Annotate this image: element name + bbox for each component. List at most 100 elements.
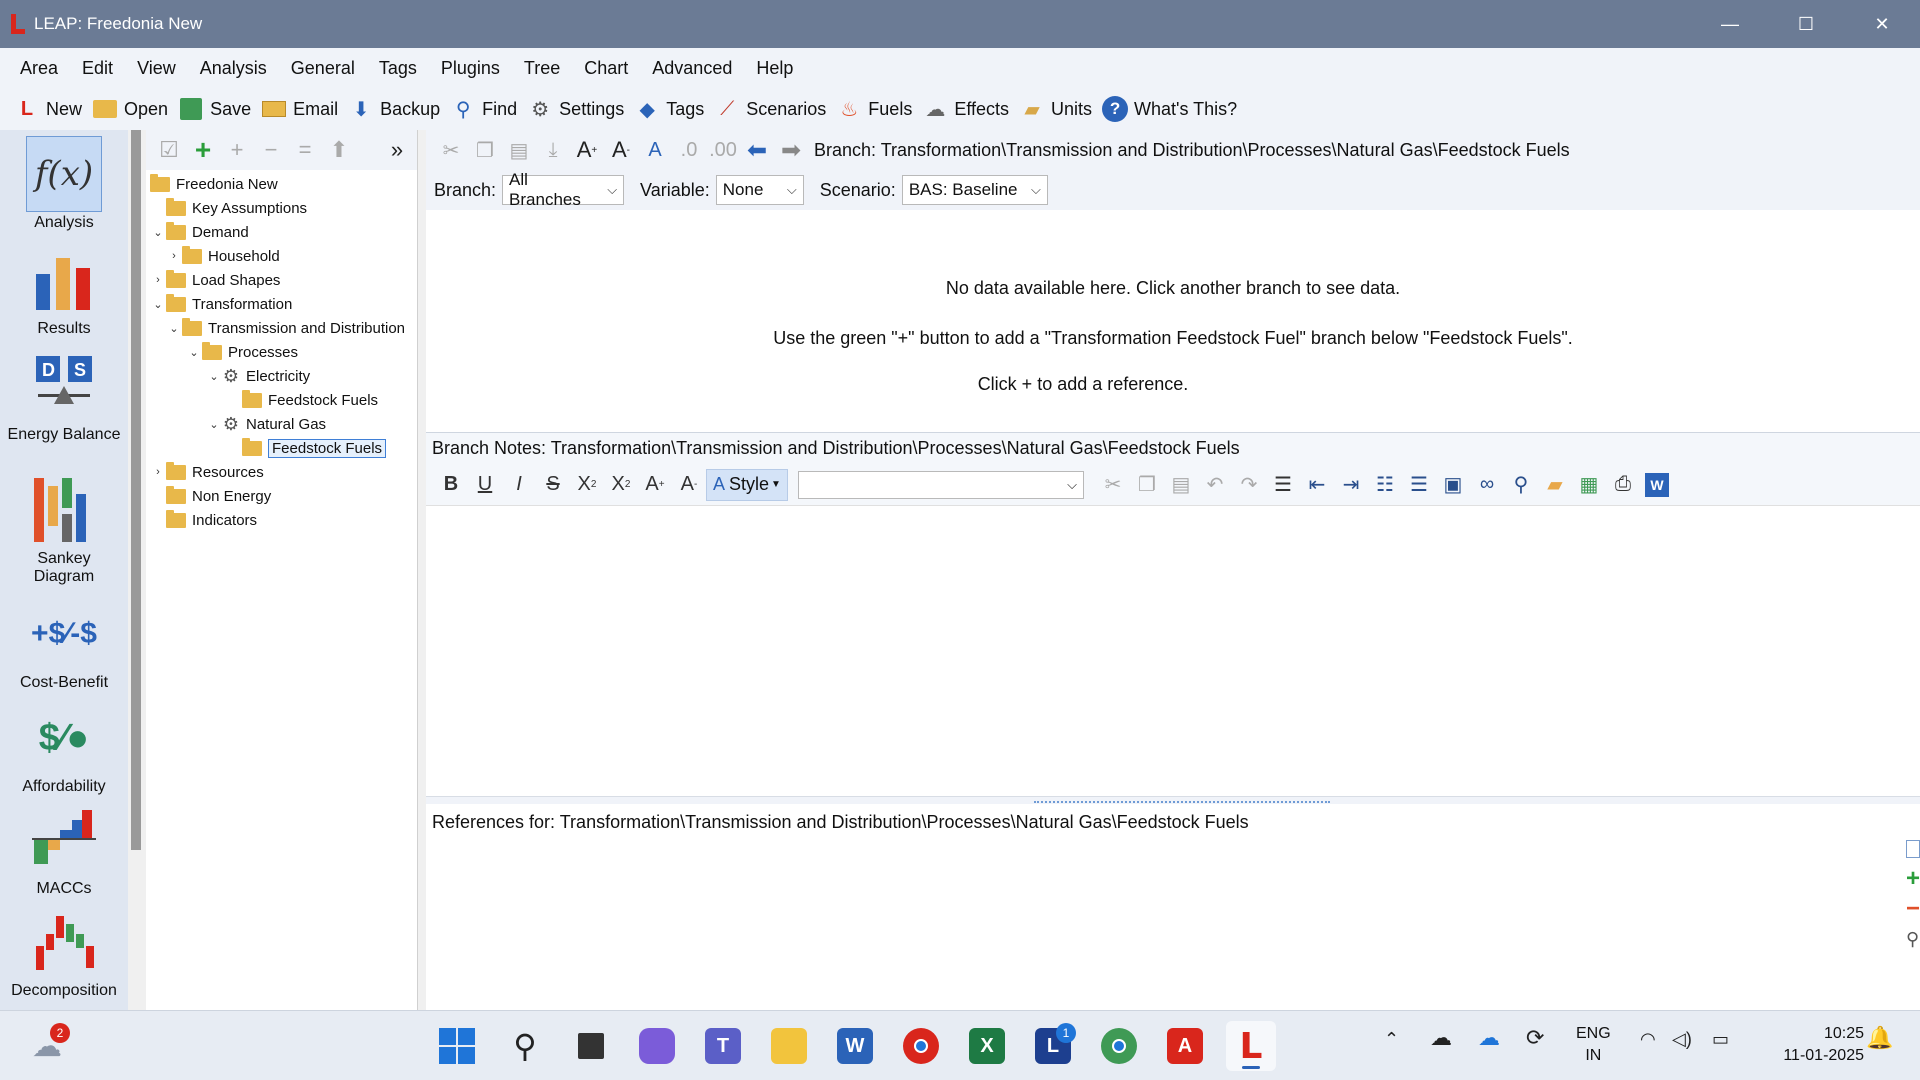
numbered-list-icon[interactable]: ☰: [1402, 469, 1436, 501]
indent-icon[interactable]: ⇥: [1334, 469, 1368, 501]
menu-view[interactable]: View: [125, 58, 188, 79]
tree-node-transmission-distribution[interactable]: ⌄ Transmission and Distribution: [166, 316, 418, 340]
whats-this-button[interactable]: ? What's This?: [1102, 96, 1237, 122]
tree-node-resources[interactable]: › Resources: [150, 460, 264, 484]
scenario-dropdown[interactable]: BAS: Baseline ⌵: [901, 175, 1048, 205]
redo-icon[interactable]: ↷: [1232, 469, 1266, 501]
chevron-down-icon[interactable]: ⌄: [150, 298, 166, 311]
bullet-list-icon[interactable]: ☷: [1368, 469, 1402, 501]
chevron-down-icon[interactable]: ⌄: [166, 322, 182, 335]
wifi-icon[interactable]: ◠: [1640, 1029, 1656, 1050]
increase-decimals-icon[interactable]: .0: [672, 135, 706, 165]
settings-button[interactable]: ⚙ Settings: [527, 96, 624, 122]
chevron-up-icon[interactable]: ⌃: [1384, 1029, 1399, 1050]
view-energy-balance[interactable]: DS Energy Balance: [6, 348, 122, 444]
leap-running-button[interactable]: L: [1226, 1021, 1276, 1071]
new-button[interactable]: L New: [14, 96, 82, 122]
menu-help[interactable]: Help: [744, 58, 805, 79]
paste-icon[interactable]: ▤: [1164, 469, 1198, 501]
sync-icon[interactable]: ⟳: [1526, 1025, 1544, 1051]
add-branch-button[interactable]: +: [186, 134, 220, 165]
email-button[interactable]: Email: [261, 96, 338, 122]
branch-notes-editor[interactable]: [426, 506, 1920, 796]
add-reference-icon[interactable]: +: [1906, 867, 1920, 891]
print-icon[interactable]: ⎙: [1606, 469, 1640, 501]
view-decomposition[interactable]: Decomposition: [6, 904, 122, 1000]
superscript-icon[interactable]: X2: [604, 469, 638, 501]
word-icon[interactable]: W: [1640, 469, 1674, 501]
save-icon[interactable]: ▦: [1572, 469, 1606, 501]
clock[interactable]: 10:25 11-01-2025: [1783, 1023, 1864, 1067]
fuels-button[interactable]: ♨ Fuels: [836, 96, 912, 122]
tree-node-feedstock-fuels-electricity[interactable]: Feedstock Fuels: [242, 388, 378, 412]
word-button[interactable]: W: [830, 1021, 880, 1071]
onedrive-icon[interactable]: ☁: [1478, 1025, 1500, 1051]
forward-arrow-icon[interactable]: ➡: [774, 135, 808, 165]
tree-node-processes[interactable]: ⌄ Processes: [186, 340, 298, 364]
underline-icon[interactable]: U: [468, 469, 502, 501]
chrome-profile-button[interactable]: [1094, 1021, 1144, 1071]
tree-node-demand[interactable]: ⌄ Demand: [150, 220, 249, 244]
scrollbar-thumb[interactable]: [131, 130, 141, 850]
view-sankey-diagram[interactable]: Sankey Diagram: [6, 472, 122, 586]
minimize-button[interactable]: —: [1692, 0, 1768, 48]
tree-node-electricity[interactable]: ⌄ ⚙ Electricity: [206, 364, 310, 388]
view-affordability[interactable]: $∕● Affordability: [6, 700, 122, 796]
undo-icon[interactable]: ↶: [1198, 469, 1232, 501]
open-folder-icon[interactable]: ▰: [1538, 469, 1572, 501]
search-button[interactable]: ⚲: [500, 1021, 550, 1071]
move-up-icon[interactable]: ⬆: [322, 135, 356, 165]
menu-edit[interactable]: Edit: [70, 58, 125, 79]
view-cost-benefit[interactable]: +$∕-$ Cost-Benefit: [6, 596, 122, 692]
scenarios-button[interactable]: ⟋ Scenarios: [714, 96, 826, 122]
outdent-icon[interactable]: ⇤: [1300, 469, 1334, 501]
menu-analysis[interactable]: Analysis: [188, 58, 279, 79]
cut-icon[interactable]: ✂: [1096, 469, 1130, 501]
font-style-icon[interactable]: A: [638, 135, 672, 165]
decrease-font-icon[interactable]: A-: [604, 135, 638, 165]
tree-node-non-energy[interactable]: Non Energy: [166, 484, 271, 508]
tree-node-root[interactable]: Freedonia New: [150, 172, 278, 196]
copilot-button[interactable]: [632, 1021, 682, 1071]
chevron-right-icon[interactable]: ›: [150, 274, 166, 286]
chevron-down-icon[interactable]: ⌄: [206, 418, 222, 431]
insert-image-icon[interactable]: ▣: [1436, 469, 1470, 501]
decrease-decimals-icon[interactable]: .00: [706, 135, 740, 165]
increase-font-icon[interactable]: A +: [570, 135, 604, 165]
save-button[interactable]: Save: [178, 96, 251, 122]
delete-branch-icon[interactable]: −: [254, 135, 288, 165]
view-bar-scrollbar[interactable]: [128, 130, 144, 1010]
select-all-icon[interactable]: ☑: [152, 135, 186, 165]
paste-icon[interactable]: ▤: [502, 135, 536, 165]
start-button[interactable]: [432, 1021, 482, 1071]
tree-node-feedstock-fuels-natural-gas[interactable]: Feedstock Fuels: [242, 436, 387, 460]
view-results[interactable]: Results: [6, 242, 122, 338]
chrome-button[interactable]: [896, 1021, 946, 1071]
battery-icon[interactable]: ▭: [1712, 1029, 1729, 1050]
chevron-right-icon[interactable]: ›: [166, 250, 182, 262]
delete-subbranch-icon[interactable]: =: [288, 135, 322, 165]
chevron-down-icon[interactable]: ⌄: [150, 226, 166, 239]
view-analysis[interactable]: f(x) Analysis: [6, 136, 122, 232]
subscript-icon[interactable]: X2: [570, 469, 604, 501]
menu-advanced[interactable]: Advanced: [640, 58, 744, 79]
splitter-grip[interactable]: [1034, 798, 1330, 803]
select-reference-icon[interactable]: [1906, 840, 1920, 858]
bell-icon[interactable]: 🔔: [1866, 1025, 1893, 1051]
menu-tags[interactable]: Tags: [367, 58, 429, 79]
menu-chart[interactable]: Chart: [572, 58, 640, 79]
acrobat-button[interactable]: A: [1160, 1021, 1210, 1071]
tags-button[interactable]: ◆ Tags: [634, 96, 705, 122]
cloud-icon[interactable]: ☁: [1430, 1025, 1452, 1051]
chevron-right-icon[interactable]: ›: [150, 466, 166, 478]
back-arrow-icon[interactable]: ⬅: [740, 135, 774, 165]
tree-node-transformation[interactable]: ⌄ Transformation: [150, 292, 292, 316]
volume-icon[interactable]: ◁): [1672, 1029, 1692, 1050]
download-icon[interactable]: ⤓: [536, 135, 570, 165]
align-icon[interactable]: ☰: [1266, 469, 1300, 501]
tree-node-key-assumptions[interactable]: Key Assumptions: [166, 196, 307, 220]
leap-pinned-button[interactable]: L 1: [1028, 1021, 1078, 1071]
chevron-down-icon[interactable]: ⌄: [186, 346, 202, 359]
task-view-button[interactable]: [566, 1021, 616, 1071]
excel-button[interactable]: X: [962, 1021, 1012, 1071]
